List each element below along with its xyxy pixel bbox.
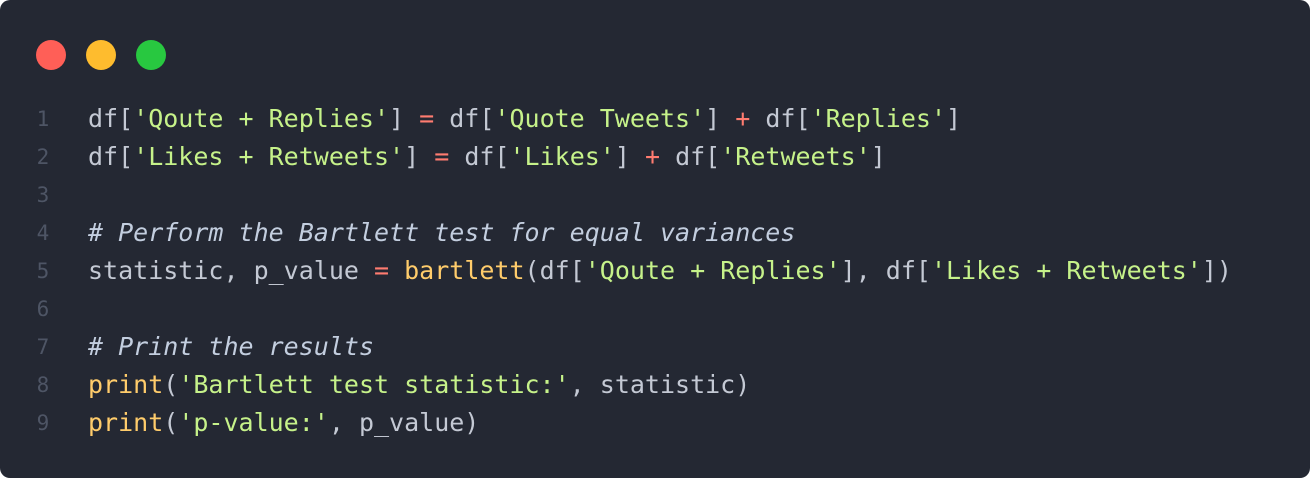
line-number: 8 [36,373,50,397]
code-token: ] [946,104,962,133]
code-token: df[ [88,104,134,133]
minimize-button[interactable] [86,40,116,70]
code-window: 1 df['Qoute + Replies'] = df['Quote Tweet… [0,0,1310,478]
code-token: ] [614,142,645,171]
code-token: 'Likes + Retweets' [133,142,405,171]
code-text: statistic, p_value = bartlett(df['Qoute … [88,252,1232,290]
code-token: print [88,370,164,399]
code-token: df[ [88,142,134,171]
code-token: ] [870,142,886,171]
code-token: = [419,104,435,133]
line-number: 5 [36,259,50,283]
code-token: 'Quote Tweets' [494,104,706,133]
code-token: + [644,142,661,171]
code-token: ( [163,370,179,399]
code-token: 'Bartlett test statistic:' [178,370,570,399]
window-controls [36,40,166,70]
code-token: # Print the results [88,332,374,361]
code-line: 2 df['Likes + Retweets'] = df['Likes'] + … [0,138,1310,176]
code-token: df[ [434,104,495,133]
code-text: print('p-value:', p_value) [88,404,479,442]
code-token: ] [389,104,420,133]
code-token: bartlett [404,256,525,285]
code-text: # Print the results [88,328,374,366]
code-token: 'Qoute + Replies' [133,104,390,133]
code-token: ( [163,408,179,437]
code-line: 5 statistic, p_value = bartlett(df['Qoute… [0,252,1310,290]
line-number: 9 [36,411,50,435]
code-token: 'Likes' [509,142,615,171]
code-token: ]) [1201,256,1232,285]
line-number: 7 [36,335,50,359]
line-number: 6 [36,297,50,321]
code-token: print [88,408,164,437]
code-line: 8 print('Bartlett test statistic:', stati… [0,366,1310,404]
code-text: print('Bartlett test statistic:', statis… [88,366,750,404]
code-token: statistic, p_value [88,256,374,285]
code-token: + [735,104,751,133]
line-number: 3 [36,183,50,207]
code-token: 'Replies' [810,104,946,133]
code-block[interactable]: 1 df['Qoute + Replies'] = df['Quote Tweet… [0,100,1310,442]
code-token: 'Likes + Retweets' [930,256,1202,285]
code-text: df['Qoute + Replies'] = df['Quote Tweets… [88,100,961,138]
code-token: = [373,256,390,285]
code-line: 7 # Print the results [0,328,1310,366]
code-token: df[ [660,142,721,171]
code-token: 'Retweets' [720,142,871,171]
code-text: df['Likes + Retweets'] = df['Likes'] + d… [88,138,886,176]
code-token: ], df[ [840,256,931,285]
code-line: 9 print('p-value:', p_value) [0,404,1310,442]
code-token: (df[ [524,256,585,285]
code-token: df[ [449,142,510,171]
code-line: 3 [0,176,1310,214]
code-text: # Perform the Bartlett test for equal va… [88,214,795,252]
code-token: ] [404,142,435,171]
code-token: ] [705,104,736,133]
close-button[interactable] [36,40,66,70]
code-line: 6 [0,290,1310,328]
code-token: , p_value) [328,408,480,437]
code-token: 'p-value:' [178,408,329,437]
line-number: 1 [36,107,50,131]
code-token: , statistic) [569,370,751,399]
code-line: 4 # Perform the Bartlett test for equal v… [0,214,1310,252]
line-number: 2 [36,145,50,169]
code-token: = [434,142,450,171]
code-token: df[ [750,104,811,133]
code-token: 'Qoute + Replies' [584,256,841,285]
code-line: 1 df['Qoute + Replies'] = df['Quote Tweet… [0,100,1310,138]
maximize-button[interactable] [136,40,166,70]
code-token: # Perform the Bartlett test for equal va… [88,218,796,247]
line-number: 4 [36,221,50,245]
